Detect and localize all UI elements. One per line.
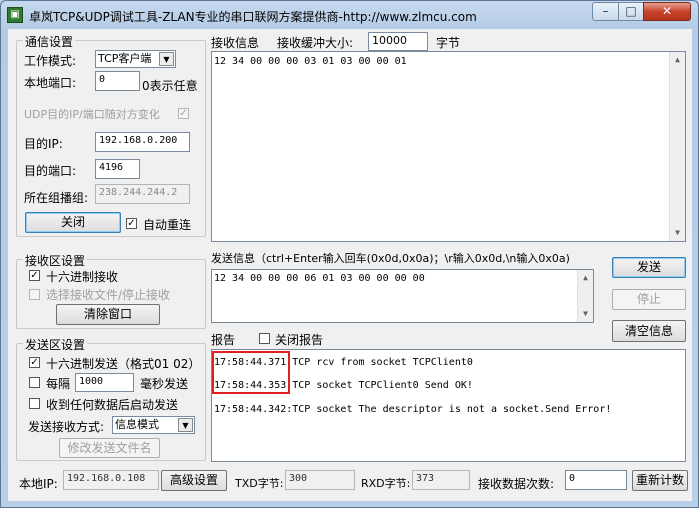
recv-count-value[interactable]: 0 (565, 470, 627, 490)
report-text: :TCP socket The descriptor is not a sock… (286, 404, 612, 415)
recv-settings-title: 接收区设置 (23, 252, 88, 269)
udp-random-checkbox[interactable]: ✓ (178, 108, 189, 119)
dropdown-arrow-icon[interactable]: ▼ (159, 52, 174, 66)
recv-file-checkbox[interactable] (29, 289, 40, 300)
dest-ip-input[interactable]: 192.168.0.200 (95, 132, 190, 152)
interval-input[interactable]: 1000 (75, 373, 134, 392)
txd-value: 300 (285, 470, 355, 490)
dest-port-label: 目的端口: (24, 164, 77, 178)
app-window: ▣ 卓岚TCP&UDP调试工具-ZLAN专业的串口联网方案提供商-http://… (0, 0, 699, 508)
reset-count-button[interactable]: 重新计数 (632, 470, 688, 491)
scroll-up-icon[interactable]: ▲ (670, 52, 685, 68)
rxd-label: RXD字节: (361, 477, 411, 490)
timestamp-highlight-box (212, 351, 290, 394)
multicast-input[interactable]: 238.244.244.2 (95, 184, 190, 204)
dest-port-input[interactable]: 4196 (95, 159, 140, 179)
close-connection-button[interactable]: 关闭 (25, 212, 121, 233)
send-scrollbar[interactable]: ▲ ▼ (577, 270, 593, 322)
interval-label: 每隔 (46, 377, 71, 391)
local-ip-value: 192.168.0.108 (63, 470, 159, 490)
local-port-hint: 0表示任意 (142, 79, 198, 93)
report-text: :TCP socket TCPClient0 Send OK! (286, 380, 473, 391)
scroll-down-icon[interactable]: ▼ (578, 306, 593, 322)
advanced-settings-button[interactable]: 高级设置 (161, 470, 227, 491)
recv-scrollbar[interactable]: ▲ ▼ (669, 52, 685, 241)
send-method-value: 信息模式 (115, 418, 159, 431)
send-button[interactable]: 发送 (612, 257, 686, 278)
close-window-button[interactable]: ✕ (643, 2, 691, 21)
work-mode-label: 工作模式: (24, 54, 77, 68)
work-mode-select[interactable]: TCP客户端 ▼ (95, 50, 176, 68)
clear-window-button[interactable]: 清除窗口 (56, 304, 160, 325)
maximize-button[interactable]: □ (618, 2, 644, 21)
auto-send-checkbox[interactable] (29, 398, 40, 409)
multicast-label: 所在组播组: (24, 191, 89, 205)
app-icon: ▣ (7, 7, 23, 23)
rxd-value: 373 (412, 470, 470, 490)
local-port-label: 本地端口: (24, 76, 77, 90)
title-bar[interactable]: ▣ 卓岚TCP&UDP调试工具-ZLAN专业的串口联网方案提供商-http://… (1, 1, 698, 29)
work-mode-value: TCP客户端 (98, 52, 152, 65)
udp-random-label: UDP目的IP/端口随对方变化 (24, 108, 160, 121)
recv-info-label: 接收信息 (211, 36, 260, 50)
window-title: 卓岚TCP&UDP调试工具-ZLAN专业的串口联网方案提供商-http://ww… (29, 10, 477, 24)
dropdown-arrow-icon[interactable]: ▼ (178, 418, 193, 432)
local-ip-label: 本地IP: (19, 477, 58, 491)
send-hex-checkbox[interactable]: ✓ (29, 357, 40, 368)
txd-label: TXD字节: (235, 477, 284, 490)
send-textarea[interactable]: 12 34 00 00 00 06 01 03 00 00 00 00 ▲ ▼ (211, 269, 594, 323)
recv-hex-label: 十六进制接收 (46, 270, 119, 284)
interval-unit: 毫秒发送 (140, 377, 189, 391)
auto-reconnect-label: 自动重连 (143, 218, 192, 232)
recv-hex-checkbox[interactable]: ✓ (29, 270, 40, 281)
report-line: 17:58:44.342:TCP socket The descriptor i… (214, 404, 611, 415)
auto-reconnect-checkbox[interactable]: ✓ (126, 218, 137, 229)
minimize-button[interactable]: – (592, 2, 619, 21)
recv-buffer-label: 接收缓冲大小: (277, 36, 354, 50)
clear-info-button[interactable]: 清空信息 (612, 320, 686, 342)
client-area: 通信设置 工作模式: TCP客户端 ▼ 本地端口: 0 0表示任意 UDP目的I… (8, 29, 692, 501)
report-label: 报告 (211, 333, 236, 347)
send-content: 12 34 00 00 00 06 01 03 00 00 00 00 (214, 273, 425, 284)
report-text: :TCP rcv from socket TCPClient0 (286, 357, 473, 368)
recv-file-label: 选择接收文件/停止接收 (46, 288, 171, 302)
comm-settings-title: 通信设置 (23, 33, 76, 50)
stop-button[interactable]: 停止 (612, 289, 686, 310)
edit-send-file-button[interactable]: 修改发送文件名 (59, 438, 160, 458)
recv-buffer-input[interactable]: 10000 (368, 32, 428, 51)
send-method-select[interactable]: 信息模式 ▼ (112, 416, 195, 434)
scroll-up-icon[interactable]: ▲ (578, 270, 593, 286)
close-report-label: 关闭报告 (275, 333, 324, 347)
recv-count-label: 接收数据次数: (478, 477, 555, 491)
local-port-input[interactable]: 0 (95, 71, 140, 91)
send-settings-title: 发送区设置 (23, 336, 88, 353)
dest-ip-label: 目的IP: (24, 137, 63, 151)
scroll-down-icon[interactable]: ▼ (670, 225, 685, 241)
auto-send-label: 收到任何数据后启动发送 (46, 398, 179, 412)
report-log[interactable]: 17:58:44.371:TCP rcv from socket TCPClie… (211, 349, 686, 462)
recv-content: 12 34 00 00 00 03 01 03 00 00 01 (214, 56, 407, 67)
report-time: 17:58:44.342 (214, 404, 287, 415)
send-hex-label: 十六进制发送（格式01 02） (46, 357, 201, 371)
send-info-label: 发送信息（ctrl+Enter输入回车(0x0d,0x0a)；\r输入0x0d,… (211, 252, 570, 265)
recv-buffer-unit: 字节 (436, 36, 461, 50)
close-report-checkbox[interactable] (259, 333, 270, 344)
interval-checkbox[interactable] (29, 377, 40, 388)
send-method-label: 发送接收方式: (28, 420, 105, 434)
recv-textarea[interactable]: 12 34 00 00 00 03 01 03 00 00 01 ▲ ▼ (211, 51, 686, 242)
